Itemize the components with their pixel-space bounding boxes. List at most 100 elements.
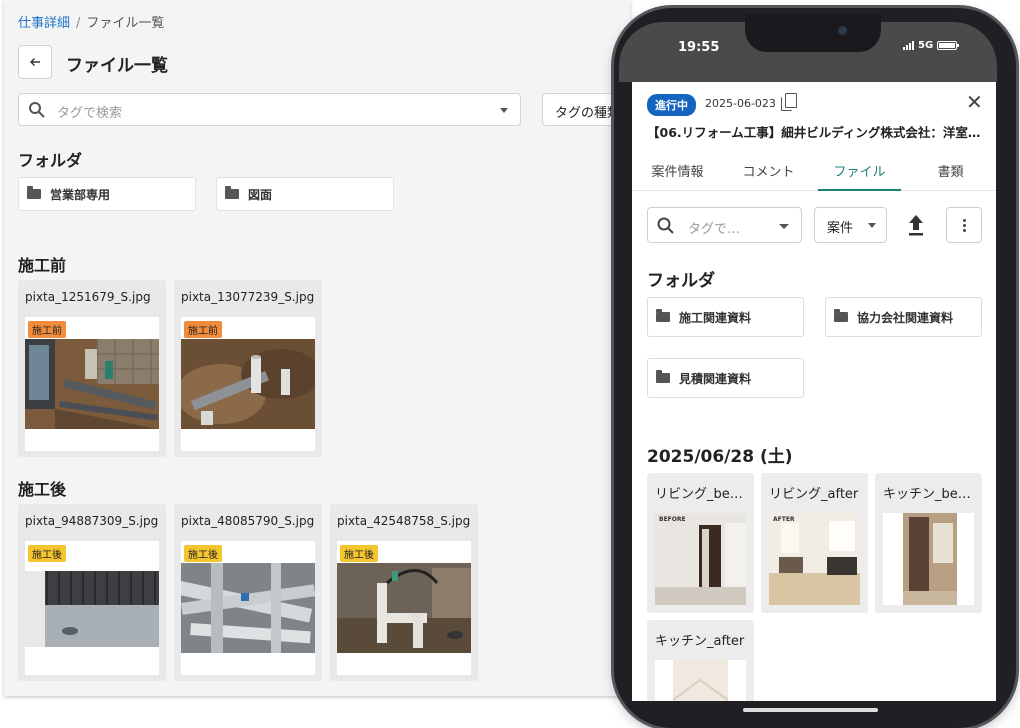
file-card[interactable]: キッチン_before	[875, 473, 982, 613]
phone-notch	[745, 14, 881, 52]
folder-label: 協力会社関連資料	[857, 310, 954, 325]
file-card[interactable]: pixta_42548758_S.jpg 施工後	[330, 504, 478, 681]
home-indicator	[743, 708, 878, 712]
file-thumbnail: 施工前	[25, 317, 159, 451]
file-name: リビング_before	[655, 487, 747, 502]
file-thumbnail: 施工後	[25, 541, 159, 675]
folder-item[interactable]: 営業部専用	[18, 177, 196, 211]
photo-kitchen-before	[883, 513, 974, 605]
tag-search-input[interactable]: タグで検索	[18, 93, 521, 126]
folder-icon	[656, 370, 670, 383]
file-tag: 施工後	[340, 545, 378, 562]
folder-item[interactable]: 見積関連資料	[647, 358, 804, 398]
file-name: pixta_94887309_S.jpg	[25, 514, 159, 528]
photo-insulated-pipes	[181, 563, 315, 653]
status-badge: 進行中	[647, 94, 696, 116]
file-name: キッチン_after	[655, 634, 745, 649]
file-thumbnail: 施工後	[337, 541, 471, 675]
arrow-left-icon	[30, 58, 40, 66]
file-name: キッチン_before	[883, 487, 975, 502]
file-card[interactable]: リビング_after AFTER	[761, 473, 868, 613]
breadcrumb-parent-link[interactable]: 仕事詳細	[18, 16, 70, 31]
camera-icon	[838, 26, 847, 35]
folder-icon	[225, 186, 239, 199]
chevron-down-icon	[868, 223, 876, 228]
folder-label: 営業部専用	[50, 187, 111, 202]
search-placeholder: タグで検索	[57, 106, 123, 121]
file-card[interactable]: pixta_48085790_S.jpg 施工後	[174, 504, 322, 681]
folders-heading: フォルダ	[647, 271, 715, 291]
file-name: pixta_13077239_S.jpg	[181, 290, 315, 304]
photo-pipe-room	[337, 563, 471, 653]
file-name: pixta_42548758_S.jpg	[337, 514, 471, 528]
folder-item[interactable]: 施工関連資料	[647, 297, 804, 337]
photo-living-before	[655, 513, 746, 605]
file-card[interactable]: pixta_13077239_S.jpg 施工前	[174, 280, 322, 457]
tab-bar: 案件情報 コメント ファイル 書類	[632, 156, 996, 191]
folder-item[interactable]: 協力会社関連資料	[825, 297, 982, 337]
folder-icon	[27, 186, 41, 199]
file-tag: 施工後	[184, 545, 222, 562]
file-thumbnail: 施工前	[181, 317, 315, 451]
before-label: BEFORE	[659, 516, 686, 523]
file-tag: 施工前	[28, 321, 66, 338]
close-icon[interactable]: ✕	[966, 92, 983, 112]
breadcrumb: 仕事詳細 / ファイル一覧	[18, 12, 164, 31]
case-filter-dropdown[interactable]: 案件	[814, 207, 887, 243]
case-filter-label: 案件	[827, 221, 854, 236]
job-number: 2025-06-023	[705, 97, 776, 110]
file-thumbnail	[655, 660, 746, 701]
folder-icon	[834, 309, 848, 322]
tab-comments[interactable]: コメント	[723, 156, 814, 190]
photo-excavation-wall	[25, 339, 159, 429]
search-placeholder: タグで…	[688, 222, 741, 237]
search-icon	[657, 217, 674, 234]
file-thumbnail: BEFORE	[655, 513, 746, 605]
signal-icon	[903, 41, 914, 50]
file-card[interactable]: キッチン_after	[647, 620, 754, 701]
battery-icon	[937, 41, 960, 50]
photo-kitchen-after	[655, 660, 746, 701]
folder-label: 図面	[248, 187, 273, 202]
folder-label: 見積関連資料	[679, 371, 752, 386]
file-tag: 施工前	[184, 321, 222, 338]
status-indicators: 5G	[903, 40, 960, 51]
tab-files[interactable]: ファイル	[814, 156, 905, 191]
tab-documents[interactable]: 書類	[905, 156, 996, 190]
file-name: pixta_48085790_S.jpg	[181, 514, 315, 528]
file-card[interactable]: pixta_94887309_S.jpg 施工後	[18, 504, 166, 681]
more-options-button[interactable]	[946, 207, 982, 243]
chevron-down-icon[interactable]	[779, 224, 789, 229]
tab-job-info[interactable]: 案件情報	[632, 156, 723, 190]
photo-living-after	[769, 513, 860, 605]
phone-screen: 進行中 2025-06-023 ✕ 【06.リフォーム工事】細井ビルディング株式…	[632, 82, 996, 701]
status-time: 19:55	[678, 40, 720, 55]
folder-item[interactable]: 図面	[216, 177, 394, 211]
folder-icon	[656, 309, 670, 322]
folders-heading: フォルダ	[18, 151, 83, 170]
section-heading-before: 施工前	[18, 256, 67, 275]
after-label: AFTER	[773, 516, 795, 523]
file-card[interactable]: リビング_before BEFORE	[647, 473, 754, 613]
copy-icon[interactable]	[781, 93, 797, 111]
file-name: pixta_1251679_S.jpg	[25, 290, 151, 304]
file-thumbnail	[883, 513, 974, 605]
file-name: リビング_after	[769, 487, 859, 502]
page-title: ファイル一覧	[66, 56, 168, 76]
file-tag: 施工後	[28, 545, 66, 562]
file-thumbnail: 施工後	[181, 541, 315, 675]
job-title: 【06.リフォーム工事】細井ビルディング株式会社：洋室リフォーム	[647, 125, 987, 140]
date-heading: 2025/06/28 (土)	[647, 447, 793, 467]
search-icon	[29, 102, 45, 118]
chevron-down-icon[interactable]	[500, 108, 508, 113]
tag-search-input[interactable]: タグで…	[647, 207, 802, 243]
breadcrumb-current: ファイル一覧	[86, 16, 165, 31]
photo-pipes-in-soil	[181, 339, 315, 429]
upload-icon[interactable]	[906, 213, 926, 237]
desktop-file-list-panel: 仕事詳細 / ファイル一覧 ファイル一覧 タグで検索 タグの種類 フォルダ 営業部専…	[4, 0, 630, 696]
back-button[interactable]	[18, 45, 52, 79]
file-card[interactable]: pixta_1251679_S.jpg 施工前	[18, 280, 166, 457]
file-thumbnail: AFTER	[769, 513, 860, 605]
network-label: 5G	[918, 40, 934, 51]
folder-label: 施工関連資料	[679, 310, 752, 325]
